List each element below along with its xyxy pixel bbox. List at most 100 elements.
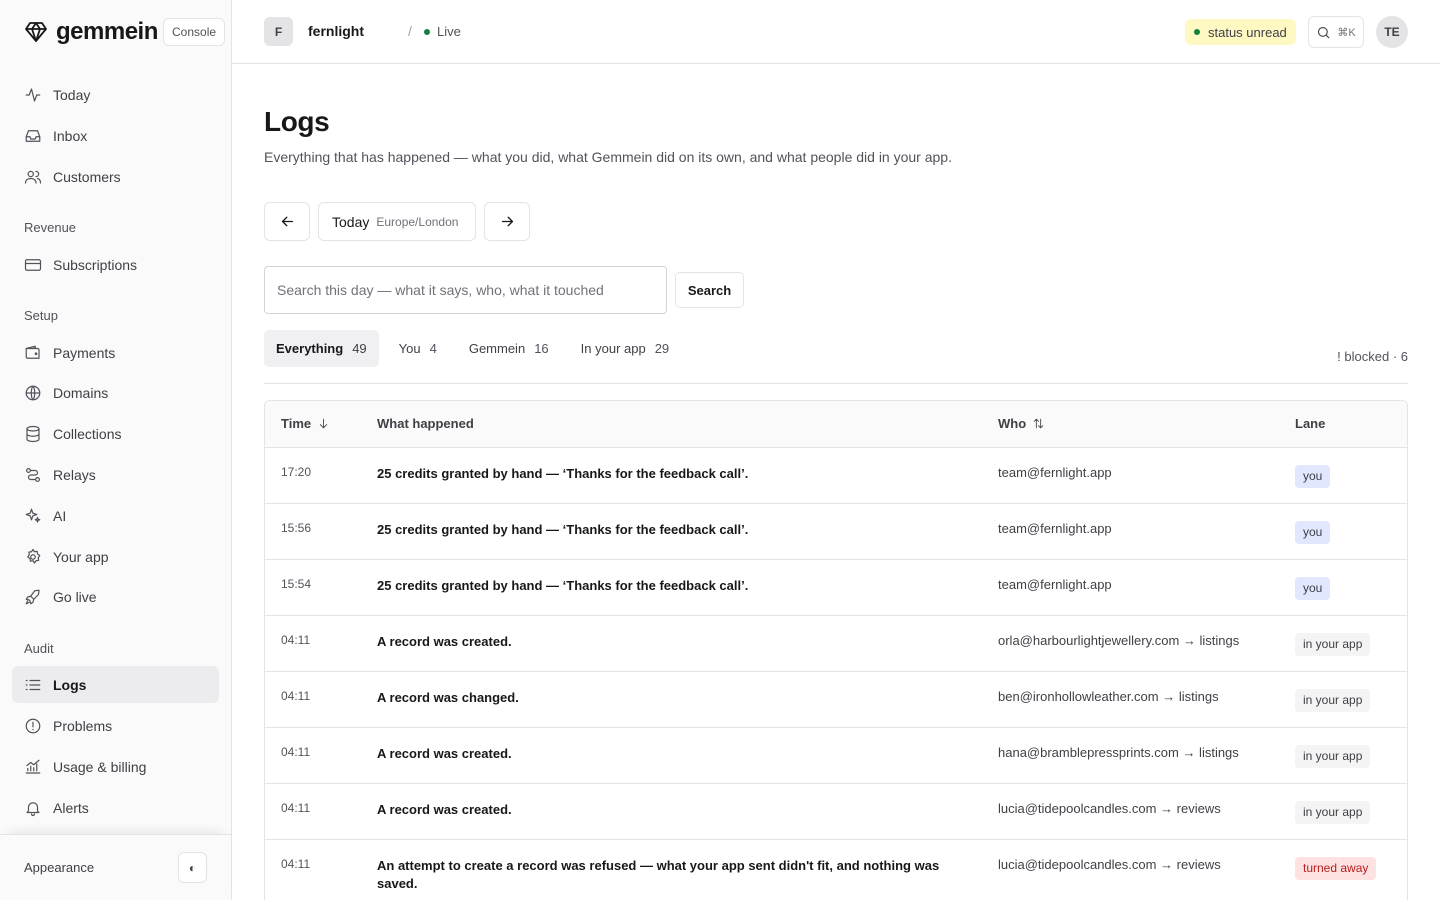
column-who-header[interactable]: Who	[998, 416, 1045, 431]
sidebar-item-logs[interactable]: Logs	[12, 666, 219, 703]
inbox-icon	[25, 129, 41, 142]
divider	[264, 383, 1408, 384]
sidebar-item-customers[interactable]: Customers	[12, 158, 219, 195]
row-description: An attempt to create a record was refuse…	[377, 858, 940, 891]
globe-icon	[25, 385, 41, 400]
bell-icon	[26, 801, 40, 816]
table-row[interactable]: 15:56 25 credits granted by hand — ‘Thank…	[265, 504, 1407, 560]
app-avatar[interactable]: F	[264, 17, 293, 46]
lane-badge: you	[1295, 521, 1331, 544]
lane-badge: in your app	[1295, 745, 1371, 768]
date-label: Today	[332, 213, 370, 230]
row-description: A record was changed.	[377, 690, 519, 705]
table-row[interactable]: 15:54 25 credits granted by hand — ‘Thank…	[265, 560, 1407, 616]
sidebar-item-label: Inbox	[53, 127, 88, 144]
row-description: 25 credits granted by hand — ‘Thanks for…	[377, 578, 749, 593]
sidebar-item-label: Problems	[53, 717, 113, 734]
sidebar-item-go-live[interactable]: Go live	[12, 578, 219, 615]
logs-table: Time What happened Who Lane 17:20 25 cred…	[264, 400, 1408, 900]
row-actor: lucia@tidepoolcandles.com → reviews	[998, 857, 1221, 872]
user-avatar[interactable]: TE	[1376, 16, 1408, 48]
row-time: 04:11	[281, 857, 311, 871]
contrast-icon: ◐	[188, 860, 197, 875]
column-time-header[interactable]: Time	[281, 416, 330, 431]
table-row[interactable]: 04:11 A record was created. lucia@tidepool…	[265, 784, 1407, 840]
sort-icon	[1033, 418, 1044, 429]
gem-icon	[24, 18, 48, 46]
row-time: 15:54	[281, 577, 312, 591]
brand-logo[interactable]: gemmein	[24, 18, 158, 46]
list-icon	[25, 679, 41, 690]
row-time: 17:20	[281, 465, 312, 479]
breadcrumb-separator: /	[408, 23, 412, 39]
tab-count: 49	[352, 341, 367, 356]
row-time: 04:11	[281, 689, 311, 703]
column-what-header: What happened	[377, 416, 474, 431]
brand-name: gemmein	[56, 18, 158, 45]
table-row[interactable]: 04:11 A record was created. hana@bramblepr…	[265, 728, 1407, 784]
row-lane: you	[1295, 465, 1331, 488]
log-search-input[interactable]	[264, 266, 667, 314]
sidebar-item-inbox[interactable]: Inbox	[12, 117, 219, 154]
console-badge[interactable]: Console	[163, 18, 226, 46]
table-row[interactable]: 04:11 A record was changed. ben@ironhollow…	[265, 672, 1407, 728]
row-time: 04:11	[281, 633, 311, 647]
environment-label: Live	[437, 24, 461, 39]
column-label: Lane	[1295, 416, 1326, 431]
search-button[interactable]: Search	[675, 272, 744, 308]
tab-label: In your app	[580, 341, 646, 356]
next-day-button[interactable]	[484, 202, 530, 241]
sidebar-item-label: Go live	[53, 588, 97, 605]
environment-indicator[interactable]: Live	[424, 24, 461, 39]
sidebar-footer: Appearance ◐	[0, 834, 231, 900]
status-label: status unread	[1208, 24, 1287, 40]
app-switcher[interactable]: fernlight	[308, 23, 364, 39]
sidebar-item-problems[interactable]: Problems	[12, 707, 219, 744]
sidebar-item-usage-billing[interactable]: Usage & billing	[12, 748, 219, 785]
sidebar-item-today[interactable]: Today	[12, 76, 219, 113]
users-icon	[24, 170, 42, 184]
sidebar-item-ai[interactable]: AI	[12, 497, 219, 534]
rocket-icon	[25, 589, 40, 604]
sidebar-item-collections[interactable]: Collections	[12, 415, 219, 452]
search-icon	[1318, 26, 1330, 39]
lane-badge: turned away	[1295, 857, 1377, 880]
command-search-button[interactable]: ⌘K	[1308, 16, 1364, 48]
tab-in-your-app[interactable]: In your app 29	[569, 330, 682, 367]
table-row[interactable]: 17:20 25 credits granted by hand — ‘Thank…	[265, 448, 1407, 504]
credit-card-icon	[24, 258, 42, 271]
lane-badge: in your app	[1295, 689, 1371, 712]
tab-gemmein[interactable]: Gemmein 16	[457, 330, 561, 367]
arrow-right-icon	[501, 216, 513, 227]
table-row[interactable]: 04:11 A record was created. orla@harbourli…	[265, 616, 1407, 672]
status-badge[interactable]: status unread	[1185, 19, 1296, 45]
date-picker[interactable]: Today Europe/London	[318, 202, 476, 241]
section-label-audit: Audit	[24, 641, 54, 656]
wallet-icon	[25, 345, 40, 359]
sidebar-item-label: Subscriptions	[53, 256, 138, 273]
sidebar-item-payments[interactable]: Payments	[12, 334, 219, 371]
live-dot-icon	[424, 28, 430, 35]
section-label-setup: Setup	[24, 308, 58, 323]
sidebar-item-domains[interactable]: Domains	[12, 374, 219, 411]
tab-label: Gemmein	[468, 341, 526, 356]
arrow-down-icon	[319, 418, 328, 429]
row-description: A record was created.	[377, 634, 512, 649]
sidebar-item-label: Domains	[53, 384, 109, 401]
tab-you[interactable]: You 4	[387, 330, 449, 367]
lane-badge: in your app	[1295, 801, 1371, 824]
arrow-left-icon	[281, 216, 293, 227]
shortcut-hint: ⌘K	[1337, 26, 1356, 39]
sidebar-item-your-app[interactable]: Your app	[12, 538, 219, 575]
table-row[interactable]: 04:11 An attempt to create a record was r…	[265, 840, 1407, 900]
sidebar-item-relays[interactable]: Relays	[12, 456, 219, 493]
theme-toggle-button[interactable]: ◐	[178, 852, 207, 883]
previous-day-button[interactable]	[264, 202, 310, 241]
row-description: 25 credits granted by hand — ‘Thanks for…	[377, 522, 749, 537]
blocked-count-link[interactable]: ! blocked · 6	[1337, 349, 1408, 364]
sidebar-item-alerts[interactable]: Alerts	[12, 789, 219, 826]
tab-everything[interactable]: Everything 49	[264, 330, 379, 367]
row-lane: in your app	[1295, 633, 1371, 656]
sidebar-item-subscriptions[interactable]: Subscriptions	[12, 246, 219, 283]
row-actor: orla@harbourlightjewellery.com → listing…	[998, 633, 1240, 648]
